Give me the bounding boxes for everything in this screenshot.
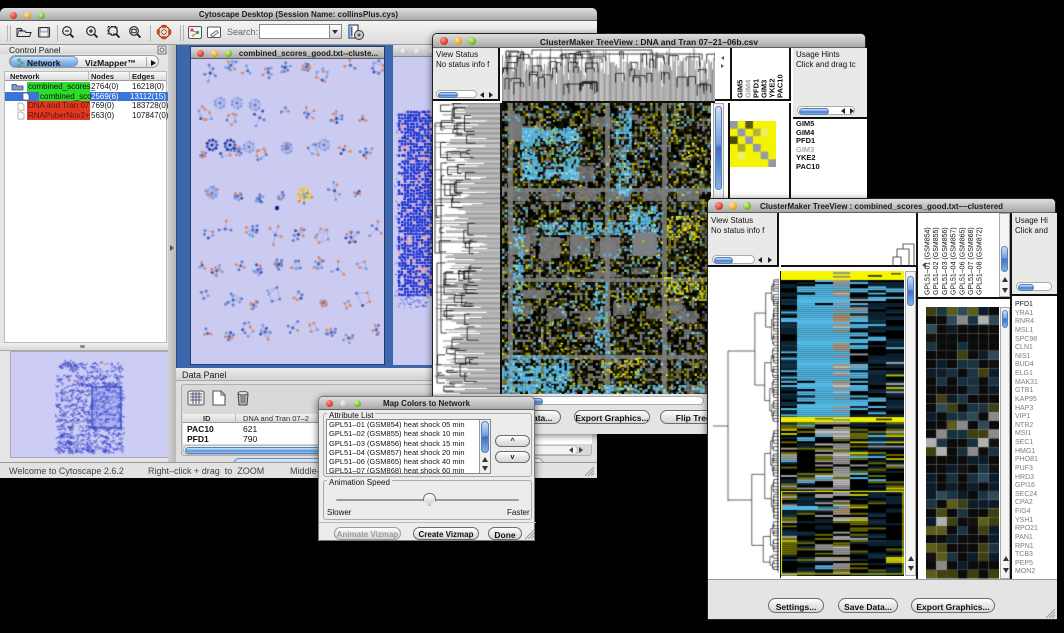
- svg-text:GPL51–08 (GSM872): GPL51–08 (GSM872): [977, 227, 984, 295]
- svg-text:GPL51–06 (GSM865): GPL51–06 (GSM865): [959, 227, 966, 295]
- svg-text:GPL51–02 (GSM855): GPL51–02 (GSM855): [933, 227, 940, 295]
- svg-text:GPL51–07 (GSM868): GPL51–07 (GSM868): [968, 227, 975, 295]
- svg-text:GPL51–01 (GSM854): GPL51–01 (GSM854): [925, 227, 932, 295]
- svg-text:PAC10: PAC10: [776, 74, 785, 98]
- svg-text:GPL51–03 (GSM856): GPL51–03 (GSM856): [942, 227, 949, 295]
- svg-text:GPL51–04 (GSM857): GPL51–04 (GSM857): [951, 227, 958, 295]
